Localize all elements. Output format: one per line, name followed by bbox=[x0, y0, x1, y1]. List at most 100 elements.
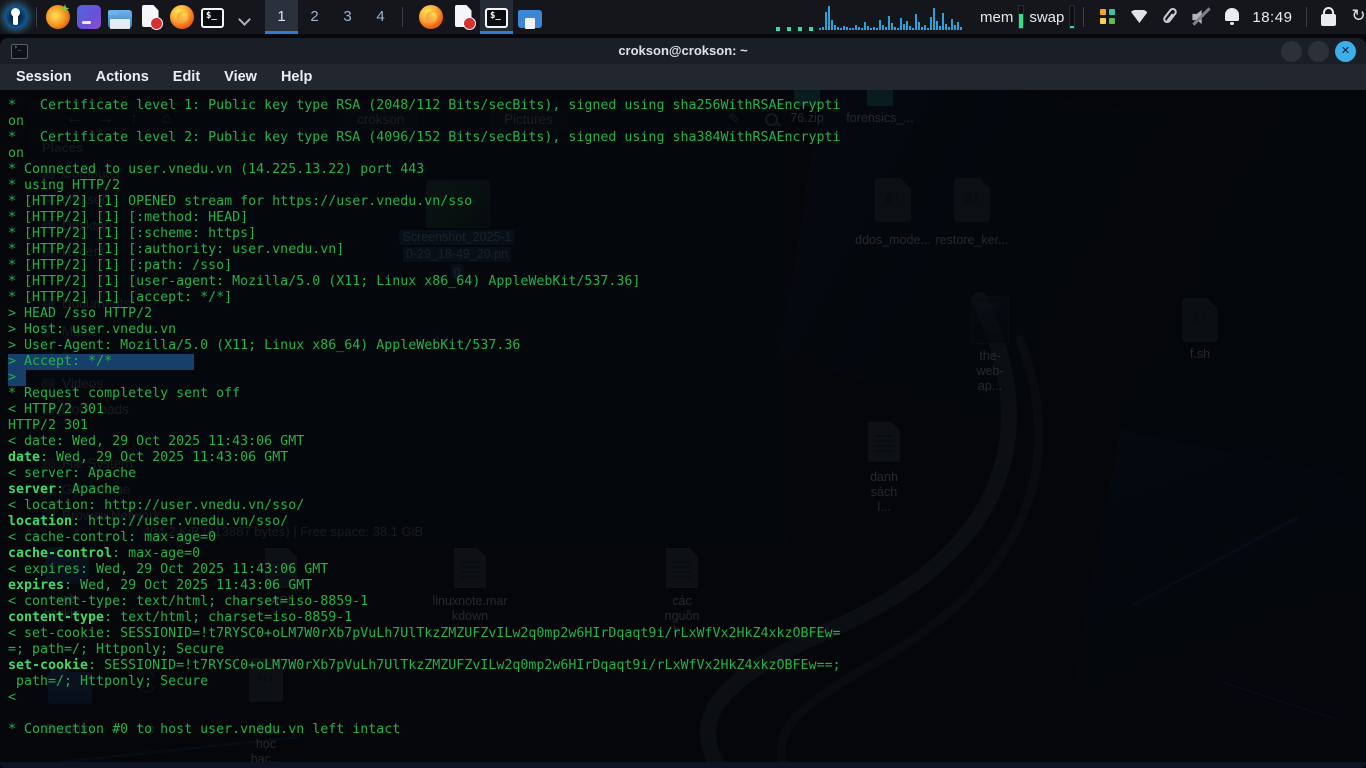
graph-bar bbox=[936, 21, 938, 30]
menu-view[interactable]: View bbox=[224, 69, 257, 85]
task-firefox[interactable] bbox=[414, 0, 447, 34]
terminal-menubar: Session Actions Edit View Help bbox=[0, 64, 1366, 90]
terminal-line: < location: http://user.vnedu.vn/sso/ bbox=[8, 498, 1366, 514]
panel-separator bbox=[1306, 7, 1307, 27]
graph-bar bbox=[837, 27, 839, 30]
tray-refresh[interactable] bbox=[1348, 2, 1366, 32]
tray-wifi[interactable] bbox=[1127, 2, 1151, 32]
launcher-chevron-down[interactable] bbox=[228, 0, 259, 34]
graph-bar bbox=[909, 26, 911, 30]
minimize-button[interactable] bbox=[1281, 41, 1302, 62]
task-text-editor[interactable] bbox=[447, 0, 480, 34]
graph-bar bbox=[867, 26, 869, 30]
graph-bar bbox=[897, 28, 899, 30]
graph-bar bbox=[927, 28, 929, 30]
volume-muted-icon bbox=[1189, 5, 1213, 29]
mem-usage-bar[interactable] bbox=[1018, 5, 1024, 29]
terminal-line: < set-cookie: SESSIONID=!t7RYSC0+oLM7W0r… bbox=[8, 626, 1366, 642]
firefox-icon bbox=[170, 5, 194, 29]
graph-bar bbox=[840, 28, 842, 30]
menu-help[interactable]: Help bbox=[281, 69, 312, 85]
graph-bar bbox=[930, 17, 932, 30]
graph-bar bbox=[957, 22, 959, 30]
terminal-line: > HEAD /sso HTTP/2 bbox=[8, 306, 1366, 322]
launcher-sparkle-app[interactable] bbox=[42, 0, 73, 34]
terminal-icon bbox=[485, 8, 508, 28]
tray-apps-grid[interactable] bbox=[1096, 2, 1120, 32]
launcher-window-app[interactable] bbox=[73, 0, 104, 34]
task-manager bbox=[414, 0, 546, 34]
window-title: crokson@crokson: ~ bbox=[0, 38, 1366, 64]
graph-bar bbox=[822, 27, 824, 30]
tray-volume-muted[interactable] bbox=[1189, 2, 1213, 32]
terminal-line: < expires: Wed, 29 Oct 2025 11:43:06 GMT bbox=[8, 562, 1366, 578]
workspace-2[interactable]: 2 bbox=[298, 0, 331, 34]
terminal-icon bbox=[201, 8, 224, 28]
files-icon bbox=[518, 10, 542, 28]
text-editor-icon bbox=[452, 5, 476, 29]
menu-edit[interactable]: Edit bbox=[173, 69, 200, 85]
menu-actions[interactable]: Actions bbox=[96, 69, 149, 85]
task-terminal[interactable] bbox=[480, 0, 513, 34]
terminal-line: location: http://user.vnedu.vn/sso/ bbox=[8, 514, 1366, 530]
network-graph[interactable] bbox=[819, 4, 969, 30]
task-files[interactable] bbox=[513, 0, 546, 34]
launcher-text-editor[interactable] bbox=[135, 0, 166, 34]
terminal-titlebar[interactable]: crokson@crokson: ~ bbox=[0, 38, 1366, 64]
graph-bar bbox=[915, 14, 917, 30]
session-tray bbox=[1317, 2, 1366, 32]
activity-leds bbox=[776, 27, 813, 31]
led-dot bbox=[787, 27, 791, 31]
led-dot bbox=[809, 27, 813, 31]
menu-session[interactable]: Session bbox=[16, 69, 72, 85]
workspace-4[interactable]: 4 bbox=[364, 0, 397, 34]
swap-usage-bar[interactable] bbox=[1069, 5, 1075, 29]
graph-bar bbox=[951, 19, 953, 30]
window-controls bbox=[1281, 41, 1356, 62]
maximize-button[interactable] bbox=[1308, 41, 1329, 62]
terminal-line: expires: Wed, 29 Oct 2025 11:43:06 GMT bbox=[8, 578, 1366, 594]
graph-bar bbox=[846, 27, 848, 30]
graph-bar bbox=[864, 22, 866, 30]
close-button[interactable] bbox=[1335, 41, 1356, 62]
led-dot bbox=[798, 27, 802, 31]
graph-bar bbox=[825, 12, 827, 30]
terminal-line: * [HTTP/2] [1] [:path: /sso] bbox=[8, 258, 1366, 274]
terminal-line: > Host: user.vnedu.vn bbox=[8, 322, 1366, 338]
window-app-icon bbox=[77, 5, 101, 29]
refresh-icon bbox=[1348, 5, 1366, 29]
graph-bar bbox=[819, 28, 821, 30]
terminal-line: server: Apache bbox=[8, 482, 1366, 498]
launcher-kali-menu[interactable] bbox=[0, 0, 31, 34]
graph-bar bbox=[939, 26, 941, 30]
tray-paperclip[interactable] bbox=[1158, 2, 1182, 32]
tray-notifications-bell[interactable] bbox=[1220, 2, 1244, 32]
launcher-file-manager[interactable] bbox=[104, 0, 135, 34]
graph-bar bbox=[894, 27, 896, 30]
terminal-line bbox=[8, 706, 1366, 722]
launcher-firefox[interactable] bbox=[166, 0, 197, 34]
graph-bar bbox=[861, 28, 863, 30]
workspace-3[interactable]: 3 bbox=[331, 0, 364, 34]
sparkle-app-icon bbox=[46, 5, 70, 29]
terminal-line: path=/; Httponly; Secure bbox=[8, 674, 1366, 690]
panel-separator bbox=[1083, 7, 1084, 27]
clock[interactable]: 18:49 bbox=[1252, 9, 1292, 26]
launcher-separator bbox=[36, 7, 37, 27]
launcher-terminal[interactable] bbox=[197, 0, 228, 34]
terminal-output[interactable]: * Certificate level 1: Public key type R… bbox=[0, 90, 1366, 762]
workspace-1[interactable]: 1 bbox=[265, 0, 298, 34]
graph-bar bbox=[873, 27, 875, 30]
graph-bar bbox=[933, 8, 935, 30]
graph-bar bbox=[924, 25, 926, 30]
kali-menu-icon bbox=[4, 5, 28, 29]
terminal-line: * Connected to user.vnedu.vn (14.225.13.… bbox=[8, 162, 1366, 178]
lock-icon bbox=[1317, 5, 1341, 29]
system-tray bbox=[1096, 2, 1244, 32]
tray-lock[interactable] bbox=[1317, 2, 1341, 32]
panel-shadow bbox=[0, 34, 1366, 38]
terminal-line: > bbox=[8, 370, 1366, 386]
terminal-line: * Certificate level 1: Public key type R… bbox=[8, 98, 1366, 114]
terminal-line: HTTP/2 301 bbox=[8, 418, 1366, 434]
terminal-line: > Accept: */* bbox=[8, 354, 1366, 370]
